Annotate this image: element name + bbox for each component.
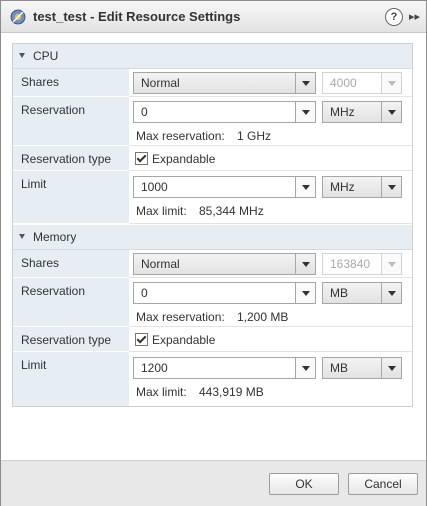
memory-limit-unit: MB xyxy=(330,361,348,375)
memory-reservation-input[interactable]: 0 xyxy=(133,282,316,304)
max-reservation-label: Max reservation: xyxy=(136,310,225,324)
max-reservation-value: 1 GHz xyxy=(237,129,272,143)
memory-expandable-label: Expandable xyxy=(152,333,216,347)
chevron-down-icon[interactable] xyxy=(295,254,315,274)
collapse-caret-icon xyxy=(19,234,25,239)
cpu-limit-value-cell: 1000 MHz Max limit: 85,344 MHz xyxy=(129,171,412,224)
chevron-down-icon[interactable] xyxy=(381,283,401,303)
cpu-max-limit-hint: Max limit: 85,344 MHz xyxy=(136,204,264,218)
cpu-limit-unit-dropdown[interactable]: MHz xyxy=(322,176,402,198)
chevron-down-icon xyxy=(381,254,401,274)
memory-shares-label: Shares xyxy=(21,256,60,270)
memory-limit-value: 1200 xyxy=(141,361,168,375)
dialog-title: test_test - Edit Resource Settings xyxy=(33,9,241,24)
memory-reservation-label: Reservation xyxy=(21,284,86,298)
cpu-max-reservation-hint: Max reservation: 1 GHz xyxy=(136,129,271,143)
cpu-limit-value: 1000 xyxy=(141,180,168,194)
cpu-limit-label: Limit xyxy=(21,177,47,191)
help-icon[interactable]: ? xyxy=(385,8,403,26)
collapse-caret-icon xyxy=(19,53,25,58)
title-bar: test_test - Edit Resource Settings ? ▸▸ xyxy=(1,1,426,33)
memory-limit-value-cell: 1200 MB Max limit: 443,919 MB xyxy=(129,352,412,406)
max-limit-label: Max limit: xyxy=(136,204,187,218)
cpu-reservation-unit: MHz xyxy=(330,105,355,119)
chevron-down-icon[interactable] xyxy=(295,73,315,93)
cpu-reservation-type-label: Reservation type xyxy=(21,152,112,166)
memory-shares-level-value: Normal xyxy=(141,257,180,271)
cpu-expandable-checkbox[interactable] xyxy=(135,152,148,165)
memory-section-label: Memory xyxy=(33,230,77,244)
max-limit-value: 85,344 MHz xyxy=(199,204,264,218)
chevron-down-icon[interactable] xyxy=(381,358,401,378)
memory-shares-value-field: 163840 xyxy=(322,253,402,275)
memory-limit-label: Limit xyxy=(21,358,47,372)
memory-limit-label-cell: Limit xyxy=(13,352,129,406)
cpu-shares-label-cell: Shares xyxy=(13,69,129,97)
memory-reservation-unit: MB xyxy=(330,286,348,300)
cpu-reservation-label-cell: Reservation xyxy=(13,97,129,146)
cpu-shares-number: 4000 xyxy=(330,76,357,90)
memory-reservation-unit-dropdown[interactable]: MB xyxy=(322,282,402,304)
cpu-shares-level-value: Normal xyxy=(141,76,180,90)
cpu-reservation-value-cell: 0 MHz Max reservation: 1 GHz xyxy=(129,97,412,146)
cpu-reservation-unit-dropdown[interactable]: MHz xyxy=(322,101,402,123)
memory-reservation-label-cell: Reservation xyxy=(13,278,129,327)
memory-shares-number: 163840 xyxy=(330,257,371,271)
cpu-reservation-value: 0 xyxy=(141,105,148,119)
memory-reservation-type-value-cell: Expandable xyxy=(129,327,412,352)
chevron-down-icon[interactable] xyxy=(295,283,315,303)
cpu-expandable-label: Expandable xyxy=(152,152,216,166)
cpu-section-label: CPU xyxy=(33,49,59,63)
memory-expandable-checkbox[interactable] xyxy=(135,333,148,346)
chevron-down-icon[interactable] xyxy=(381,102,401,122)
max-reservation-label: Max reservation: xyxy=(136,129,225,143)
resource-settings-panel: CPU Shares Normal 4000 Reservation 0 MHz… xyxy=(12,43,413,407)
max-limit-value: 443,919 MB xyxy=(199,385,264,399)
chevron-down-icon[interactable] xyxy=(295,177,315,197)
cpu-shares-level-dropdown[interactable]: Normal xyxy=(133,72,316,94)
cpu-limit-input[interactable]: 1000 xyxy=(133,176,316,198)
memory-reservation-type-label-cell: Reservation type xyxy=(13,327,129,352)
memory-shares-label-cell: Shares xyxy=(13,250,129,278)
memory-limit-input[interactable]: 1200 xyxy=(133,357,316,379)
cpu-limit-unit: MHz xyxy=(330,180,355,194)
cpu-shares-value-field: 4000 xyxy=(322,72,402,94)
memory-max-limit-hint: Max limit: 443,919 MB xyxy=(136,385,264,399)
memory-max-reservation-hint: Max reservation: 1,200 MB xyxy=(136,310,288,324)
max-limit-label: Max limit: xyxy=(136,385,187,399)
cpu-reservation-label: Reservation xyxy=(21,103,86,117)
memory-reservation-value: 0 xyxy=(141,286,148,300)
edit-resource-settings-dialog: test_test - Edit Resource Settings ? ▸▸ … xyxy=(0,0,427,506)
chevron-down-icon[interactable] xyxy=(295,102,315,122)
chevron-down-icon xyxy=(381,73,401,93)
ok-button[interactable]: OK xyxy=(269,473,339,495)
memory-shares-level-dropdown[interactable]: Normal xyxy=(133,253,316,275)
cpu-section-header[interactable]: CPU xyxy=(13,44,412,69)
vm-icon xyxy=(10,9,26,25)
expand-icon[interactable]: ▸▸ xyxy=(409,8,423,26)
cpu-reservation-type-label-cell: Reservation type xyxy=(13,146,129,171)
memory-reservation-value-cell: 0 MB Max reservation: 1,200 MB xyxy=(129,278,412,327)
cpu-limit-label-cell: Limit xyxy=(13,171,129,224)
cpu-shares-label: Shares xyxy=(21,75,60,89)
cpu-shares-value-cell: Normal 4000 xyxy=(129,69,412,97)
chevron-down-icon[interactable] xyxy=(381,177,401,197)
cpu-reservation-input[interactable]: 0 xyxy=(133,101,316,123)
cpu-reservation-type-value-cell: Expandable xyxy=(129,146,412,171)
dialog-footer: OK Cancel xyxy=(1,460,426,506)
cancel-button[interactable]: Cancel xyxy=(348,473,418,495)
chevron-down-icon[interactable] xyxy=(295,358,315,378)
memory-limit-unit-dropdown[interactable]: MB xyxy=(322,357,402,379)
memory-section-header[interactable]: Memory xyxy=(13,225,412,250)
memory-reservation-type-label: Reservation type xyxy=(21,333,112,347)
max-reservation-value: 1,200 MB xyxy=(237,310,289,324)
memory-shares-value-cell: Normal 163840 xyxy=(129,250,412,278)
